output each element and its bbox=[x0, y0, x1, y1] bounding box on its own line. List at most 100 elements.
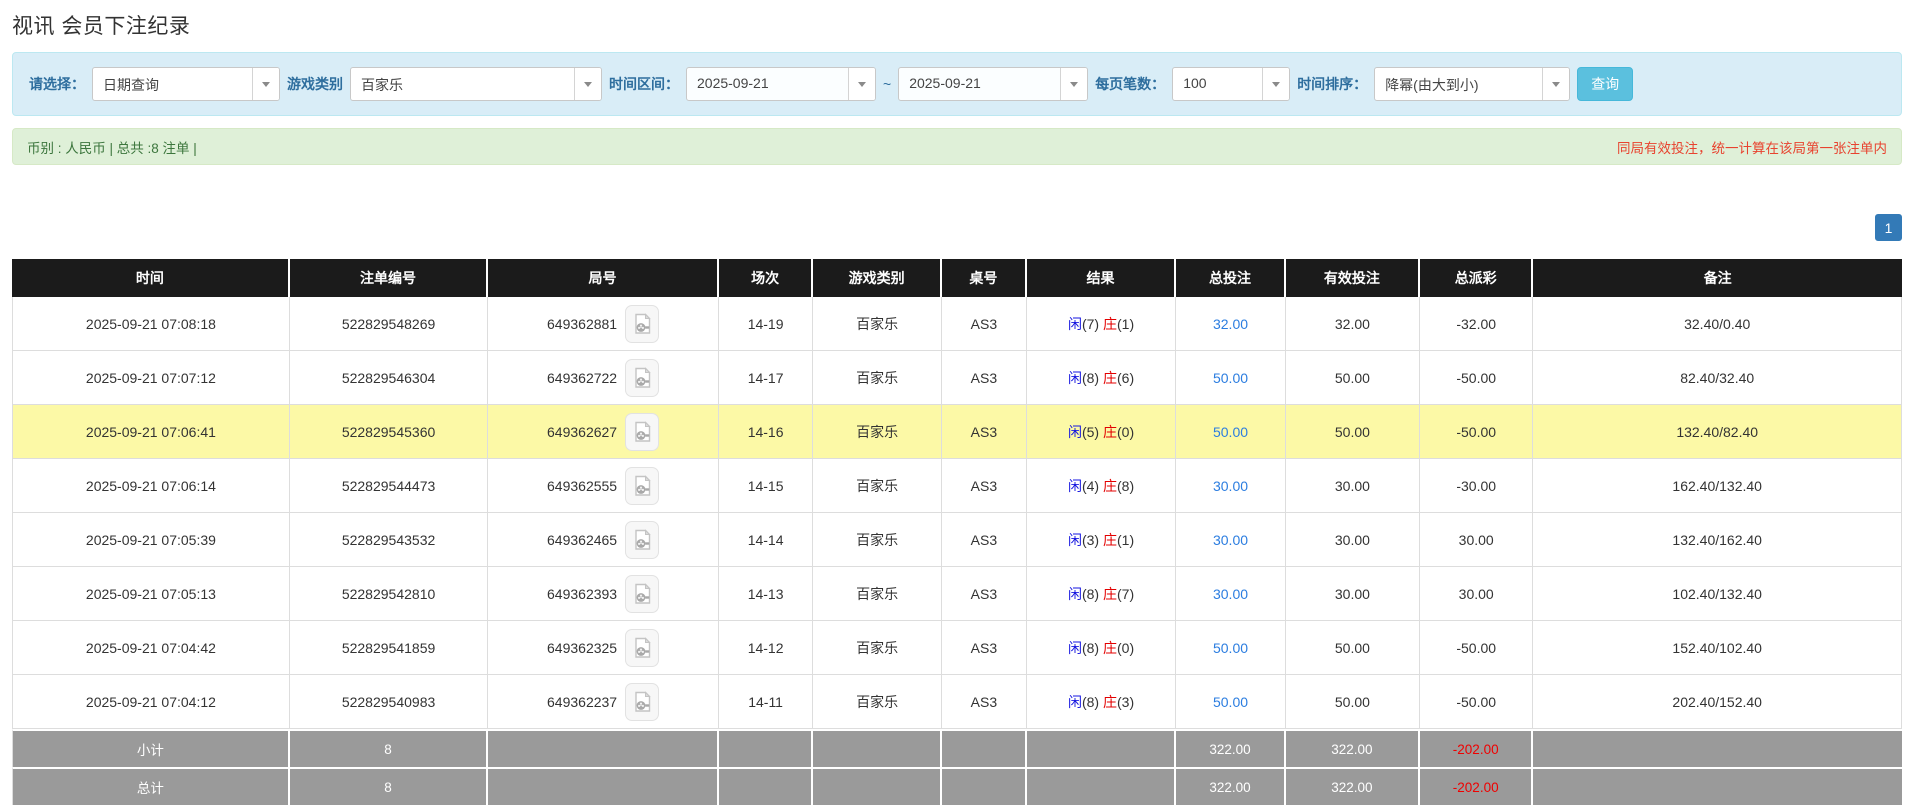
video-replay-button[interactable] bbox=[625, 574, 660, 613]
cell-session: 14-16 bbox=[718, 405, 814, 459]
banker-result: 庄 bbox=[1103, 369, 1117, 386]
summary-cell bbox=[488, 767, 719, 805]
query-type-select[interactable]: 日期查询 bbox=[92, 67, 280, 101]
sort-select[interactable]: 降幂(由大到小) bbox=[1374, 67, 1571, 101]
table-header-row: 时间 注单编号 局号 场次 游戏类别 桌号 结果 总投注 有效投注 总派彩 备注 bbox=[12, 259, 1902, 297]
cell-valid-bet: 50.00 bbox=[1285, 621, 1420, 675]
total-bet-link[interactable]: 50.00 bbox=[1213, 424, 1248, 440]
banker-count: (6) bbox=[1117, 369, 1135, 386]
player-count: (8) bbox=[1081, 693, 1100, 710]
video-replay-icon bbox=[634, 636, 651, 658]
cell-result: 闲(8) 庄(7) bbox=[1026, 567, 1177, 621]
total-bet-link[interactable]: 30.00 bbox=[1213, 478, 1248, 494]
summary-label: 总计 bbox=[12, 767, 290, 805]
video-replay-button[interactable] bbox=[625, 466, 660, 505]
summary-row: 总计 8 322.00 322.00 -202.00 bbox=[12, 767, 1902, 805]
page-size-select[interactable]: 100 bbox=[1172, 67, 1291, 101]
date-from-value: 2025-09-21 bbox=[697, 75, 769, 91]
banker-count: (7) bbox=[1117, 585, 1135, 602]
summary-cell: -202.00 bbox=[1420, 729, 1534, 767]
summary-bar: 币别 : 人民币 | 总共 :8 注单 | 同局有效投注，统一计算在该局第一张注… bbox=[12, 128, 1902, 165]
cell-payout: -30.00 bbox=[1420, 459, 1534, 513]
page-size-label: 每页笔数： bbox=[1095, 76, 1166, 92]
cell-total-bet: 50.00 bbox=[1176, 405, 1286, 459]
cell-note: 202.40/152.40 bbox=[1533, 675, 1902, 729]
date-separator: ~ bbox=[883, 76, 892, 92]
game-type-value: 百家乐 bbox=[361, 77, 403, 93]
cell-session: 14-14 bbox=[718, 513, 814, 567]
round-id-text: 649362393 bbox=[547, 585, 618, 602]
video-replay-button[interactable] bbox=[625, 520, 660, 559]
total-bet-link[interactable]: 50.00 bbox=[1213, 370, 1248, 386]
date-from-input[interactable]: 2025-09-21 bbox=[686, 67, 876, 101]
summary-cell bbox=[813, 729, 942, 767]
search-button[interactable]: 查询 bbox=[1577, 67, 1634, 101]
date-to-input[interactable]: 2025-09-21 bbox=[898, 67, 1089, 101]
select-label: 请选择： bbox=[29, 76, 85, 92]
banker-result: 庄 bbox=[1103, 585, 1117, 602]
query-type-arrow-button[interactable] bbox=[252, 68, 279, 100]
table-row: 2025-09-21 07:05:13 522829542810 649362393… bbox=[12, 567, 1902, 621]
sort-arrow-button[interactable] bbox=[1542, 68, 1570, 100]
video-replay-icon bbox=[634, 474, 651, 496]
video-replay-icon bbox=[634, 528, 651, 550]
date-from-arrow-button[interactable] bbox=[848, 68, 875, 100]
cell-round-id: 649362881 bbox=[488, 297, 719, 351]
video-replay-button[interactable] bbox=[625, 412, 660, 451]
header-time: 时间 bbox=[12, 259, 290, 297]
player-count: (7) bbox=[1081, 315, 1100, 332]
date-to-arrow-button[interactable] bbox=[1060, 68, 1088, 100]
cell-payout: 30.00 bbox=[1420, 567, 1534, 621]
cell-note: 152.40/102.40 bbox=[1533, 621, 1902, 675]
player-result: 闲 bbox=[1067, 477, 1082, 494]
total-bet-link[interactable]: 50.00 bbox=[1213, 640, 1248, 656]
video-replay-button[interactable] bbox=[625, 358, 660, 397]
header-game-type: 游戏类别 bbox=[813, 259, 942, 297]
page-size-arrow-button[interactable] bbox=[1262, 68, 1290, 100]
same-round-note: 同局有效投注，统一计算在该局第一张注单内 bbox=[1617, 140, 1887, 156]
cell-session: 14-17 bbox=[718, 351, 814, 405]
video-replay-button[interactable] bbox=[625, 304, 660, 343]
page-1-button[interactable]: 1 bbox=[1875, 214, 1902, 241]
round-id-text: 649362555 bbox=[547, 477, 618, 494]
cell-bet-id: 522829546304 bbox=[289, 351, 489, 405]
round-id-text: 649362237 bbox=[547, 693, 618, 710]
query-type-value: 日期查询 bbox=[103, 77, 159, 93]
summary-cell bbox=[718, 729, 814, 767]
header-bet-id: 注单编号 bbox=[289, 259, 489, 297]
total-bet-link[interactable]: 30.00 bbox=[1213, 586, 1248, 602]
total-bet-link[interactable]: 32.00 bbox=[1213, 316, 1248, 332]
video-replay-button[interactable] bbox=[625, 628, 660, 667]
cell-time: 2025-09-21 07:04:12 bbox=[12, 675, 290, 729]
cell-note: 132.40/82.40 bbox=[1533, 405, 1902, 459]
video-replay-button[interactable] bbox=[625, 682, 660, 721]
cell-result: 闲(3) 庄(1) bbox=[1026, 513, 1177, 567]
cell-round-id: 649362465 bbox=[488, 513, 719, 567]
summary-cell bbox=[941, 729, 1027, 767]
cell-payout: 30.00 bbox=[1420, 513, 1534, 567]
cell-total-bet: 50.00 bbox=[1176, 351, 1286, 405]
cell-payout: -50.00 bbox=[1420, 351, 1534, 405]
player-count: (8) bbox=[1081, 639, 1100, 656]
video-replay-icon bbox=[634, 312, 651, 334]
total-bet-link[interactable]: 30.00 bbox=[1213, 532, 1248, 548]
cell-result: 闲(4) 庄(8) bbox=[1026, 459, 1177, 513]
game-type-arrow-button[interactable] bbox=[574, 68, 601, 100]
player-count: (8) bbox=[1081, 369, 1100, 386]
cell-total-bet: 50.00 bbox=[1176, 675, 1286, 729]
table-row: 2025-09-21 07:04:42 522829541859 649362325… bbox=[12, 621, 1902, 675]
cell-valid-bet: 32.00 bbox=[1285, 297, 1420, 351]
cell-total-bet: 30.00 bbox=[1176, 459, 1286, 513]
cell-table-no: AS3 bbox=[941, 567, 1027, 621]
cell-bet-id: 522829542810 bbox=[289, 567, 489, 621]
cell-table-no: AS3 bbox=[941, 405, 1027, 459]
table-row: 2025-09-21 07:06:14 522829544473 649362555… bbox=[12, 459, 1902, 513]
summary-cell bbox=[1026, 729, 1177, 767]
pagination: 1 bbox=[12, 214, 1902, 241]
game-type-select[interactable]: 百家乐 bbox=[350, 67, 602, 101]
cell-payout: -50.00 bbox=[1420, 405, 1534, 459]
cell-time: 2025-09-21 07:05:13 bbox=[12, 567, 290, 621]
total-bet-link[interactable]: 50.00 bbox=[1213, 694, 1248, 710]
cell-result: 闲(8) 庄(3) bbox=[1026, 675, 1177, 729]
cell-bet-id: 522829543532 bbox=[289, 513, 489, 567]
